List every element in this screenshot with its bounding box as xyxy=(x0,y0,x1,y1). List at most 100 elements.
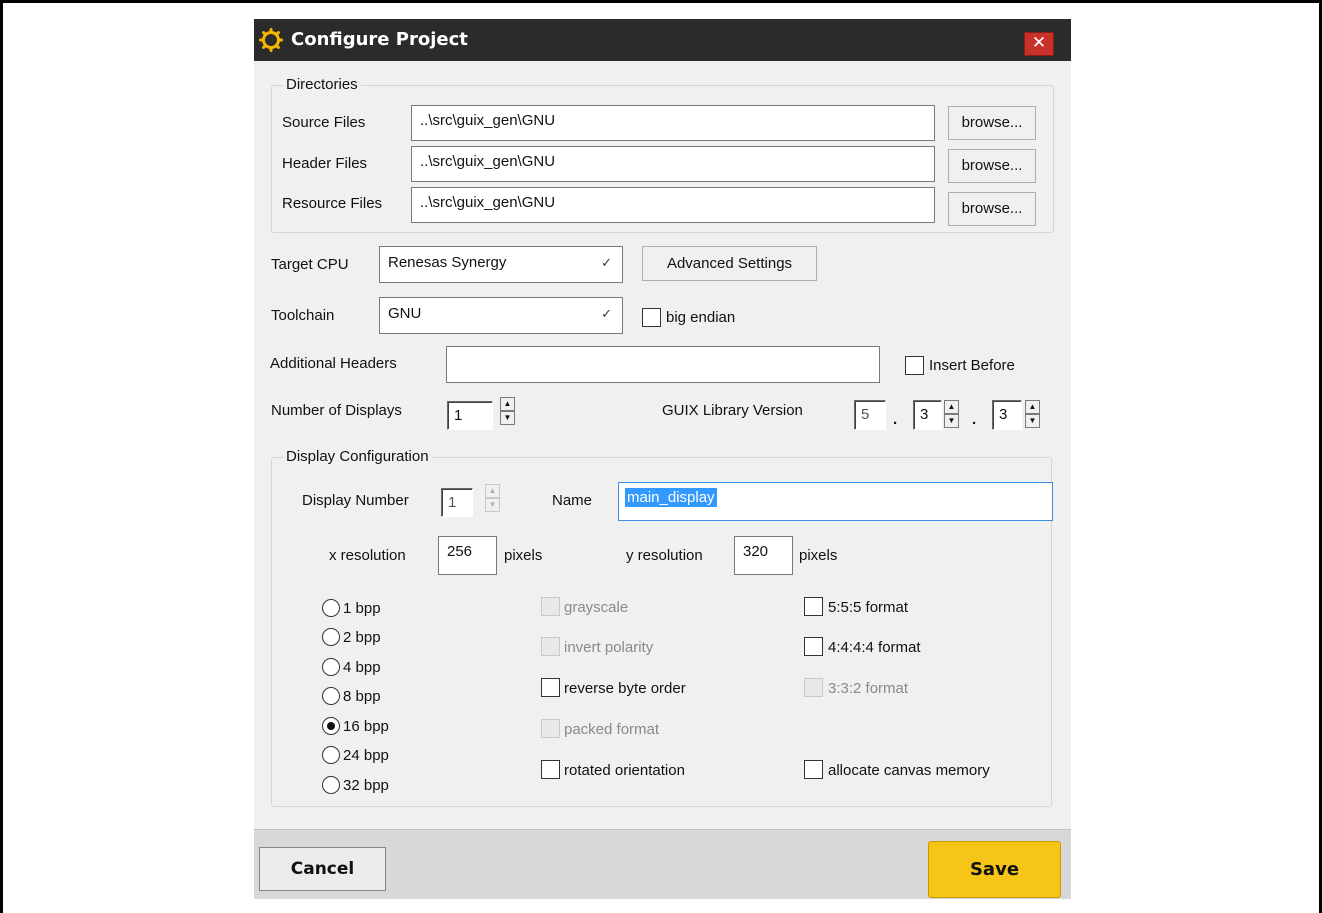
format-332-checkbox xyxy=(804,678,823,697)
bpp-radio-4[interactable] xyxy=(322,658,340,676)
bpp-label-8: 8 bpp xyxy=(343,688,381,705)
gear-icon xyxy=(259,28,283,52)
display-configuration-group: Display Configuration Display Number 1 ▲… xyxy=(271,449,1053,807)
header-files-input[interactable]: ..\src\guix_gen\GNU xyxy=(411,146,935,182)
version-separator: . xyxy=(893,411,898,428)
guix-minor-spinner[interactable]: ▲ ▼ xyxy=(944,400,959,428)
format-555-label: 5:5:5 format xyxy=(828,599,909,616)
resource-files-browse-button[interactable]: browse... xyxy=(948,192,1036,226)
bpp-label-24: 24 bpp xyxy=(343,747,389,764)
big-endian-label: big endian xyxy=(666,309,736,326)
guix-patch-version[interactable]: 3 xyxy=(992,400,1022,430)
display-configuration-label: Display Configuration xyxy=(283,449,432,465)
guix-minor-version[interactable]: 3 xyxy=(913,400,942,430)
guix-version-label: GUIX Library Version xyxy=(662,402,803,419)
chevron-down-icon: ✓ xyxy=(601,255,612,270)
y-pixels-label: pixels xyxy=(799,547,838,564)
guix-major-version: 5 xyxy=(854,400,886,430)
packed-format-label: packed format xyxy=(564,721,660,738)
close-icon: ✕ xyxy=(1031,33,1047,53)
reverse-byte-order-label: reverse byte order xyxy=(564,680,686,697)
spin-up-icon[interactable]: ▲ xyxy=(500,397,515,411)
additional-headers-input[interactable] xyxy=(446,346,880,383)
display-number-label: Display Number xyxy=(302,492,409,509)
bpp-label-2: 2 bpp xyxy=(343,629,381,646)
bpp-label-16: 16 bpp xyxy=(343,718,389,735)
dialog-title: Configure Project xyxy=(291,29,468,50)
save-button[interactable]: Save xyxy=(928,841,1061,898)
configure-project-dialog: Configure Project ✕ Directories Source F… xyxy=(254,19,1071,899)
cancel-button[interactable]: Cancel xyxy=(259,847,386,891)
format-4444-checkbox[interactable] xyxy=(804,637,823,656)
insert-before-label: Insert Before xyxy=(929,357,1015,374)
bpp-label-1: 1 bpp xyxy=(343,600,381,617)
format-4444-label: 4:4:4:4 format xyxy=(828,639,921,656)
spin-down-icon[interactable]: ▼ xyxy=(1025,414,1040,428)
resource-files-input[interactable]: ..\src\guix_gen\GNU xyxy=(411,187,935,223)
x-resolution-input[interactable]: 256 xyxy=(438,536,497,575)
packed-format-checkbox xyxy=(541,719,560,738)
title-bar[interactable]: Configure Project ✕ xyxy=(254,19,1071,61)
bpp-label-4: 4 bpp xyxy=(343,659,381,676)
y-resolution-input[interactable]: 320 xyxy=(734,536,793,575)
invert-polarity-checkbox xyxy=(541,637,560,656)
version-separator: . xyxy=(972,411,977,428)
display-name-value: main_display xyxy=(625,488,717,507)
guix-patch-spinner[interactable]: ▲ ▼ xyxy=(1025,400,1040,428)
directories-group: Directories Source Files ..\src\guix_gen… xyxy=(271,77,1054,233)
toolchain-value: GNU xyxy=(388,305,422,322)
additional-headers-label: Additional Headers xyxy=(270,355,397,372)
toolchain-select[interactable]: GNU ✓ xyxy=(379,297,623,334)
target-cpu-label: Target CPU xyxy=(271,256,349,273)
target-cpu-value: Renesas Synergy xyxy=(388,254,507,271)
rotated-orientation-label: rotated orientation xyxy=(564,762,685,779)
insert-before-checkbox[interactable] xyxy=(905,356,924,375)
format-332-label: 3:3:2 format xyxy=(828,680,909,697)
bpp-radio-2[interactable] xyxy=(322,628,340,646)
reverse-byte-order-checkbox[interactable] xyxy=(541,678,560,697)
display-number-spinner: ▲ ▼ xyxy=(485,484,500,512)
spin-down-icon[interactable]: ▼ xyxy=(944,414,959,428)
header-files-label: Header Files xyxy=(282,155,368,172)
grayscale-label: grayscale xyxy=(564,599,629,616)
spin-up-icon: ▲ xyxy=(485,484,500,498)
number-of-displays-value[interactable]: 1 xyxy=(447,401,493,430)
grayscale-checkbox xyxy=(541,597,560,616)
display-name-input[interactable]: main_display xyxy=(618,482,1053,521)
source-files-input[interactable]: ..\src\guix_gen\GNU xyxy=(411,105,935,141)
x-resolution-label: x resolution xyxy=(329,547,406,564)
bpp-label-32: 32 bpp xyxy=(343,777,389,794)
bpp-radio-16[interactable] xyxy=(322,717,340,735)
resource-files-label: Resource Files xyxy=(282,195,383,212)
target-cpu-select[interactable]: Renesas Synergy ✓ xyxy=(379,246,623,283)
bpp-radio-24[interactable] xyxy=(322,746,340,764)
name-label: Name xyxy=(552,492,593,509)
bpp-radio-32[interactable] xyxy=(322,776,340,794)
number-of-displays-label: Number of Displays xyxy=(271,402,402,419)
source-files-label: Source Files xyxy=(282,114,366,131)
spin-up-icon[interactable]: ▲ xyxy=(1025,400,1040,414)
source-files-browse-button[interactable]: browse... xyxy=(948,106,1036,140)
x-pixels-label: pixels xyxy=(504,547,543,564)
spin-up-icon[interactable]: ▲ xyxy=(944,400,959,414)
advanced-settings-button[interactable]: Advanced Settings xyxy=(642,246,817,281)
y-resolution-label: y resolution xyxy=(626,547,703,564)
allocate-canvas-memory-label: allocate canvas memory xyxy=(828,762,990,779)
header-files-browse-button[interactable]: browse... xyxy=(948,149,1036,183)
directories-group-label: Directories xyxy=(283,77,361,93)
close-button[interactable]: ✕ xyxy=(1024,32,1054,56)
allocate-canvas-memory-checkbox[interactable] xyxy=(804,760,823,779)
toolchain-label: Toolchain xyxy=(271,307,335,324)
spin-down-icon[interactable]: ▼ xyxy=(500,411,515,425)
display-number-value: 1 xyxy=(441,488,473,517)
invert-polarity-label: invert polarity xyxy=(564,639,654,656)
big-endian-checkbox[interactable] xyxy=(642,308,661,327)
number-of-displays-spinner[interactable]: ▲ ▼ xyxy=(500,397,515,425)
chevron-down-icon: ✓ xyxy=(601,306,612,321)
rotated-orientation-checkbox[interactable] xyxy=(541,760,560,779)
bpp-radio-1[interactable] xyxy=(322,599,340,617)
bpp-radio-8[interactable] xyxy=(322,687,340,705)
format-555-checkbox[interactable] xyxy=(804,597,823,616)
spin-down-icon: ▼ xyxy=(485,498,500,512)
dialog-footer: Cancel Save xyxy=(254,829,1071,899)
